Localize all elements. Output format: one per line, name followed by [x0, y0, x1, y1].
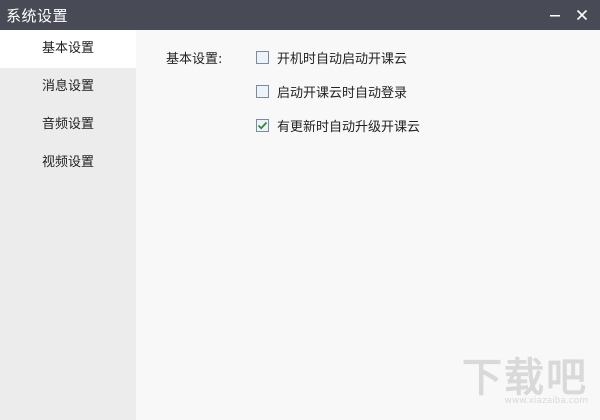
sidebar-item-message[interactable]: 消息设置	[0, 68, 136, 106]
sidebar-item-label: 音频设置	[41, 117, 94, 132]
option-autologin[interactable]: 启动开课云时自动登录	[256, 82, 408, 101]
minimize-button[interactable]	[540, 0, 570, 30]
sidebar-item-video[interactable]: 视频设置	[0, 144, 136, 182]
sidebar-item-basic[interactable]: 基本设置	[0, 30, 136, 68]
sidebar-item-label: 基本设置	[41, 41, 94, 56]
settings-content: 基本设置: 开机时自动启动开课云 启动开课云时自动登录 有更新时自动升级开课云	[136, 30, 600, 420]
sidebar-item-audio[interactable]: 音频设置	[0, 106, 136, 144]
sidebar-item-label: 消息设置	[41, 79, 94, 94]
close-button[interactable]	[567, 0, 597, 30]
autostart-checkbox[interactable]	[256, 50, 269, 64]
sidebar-item-label: 视频设置	[41, 155, 94, 170]
settings-sidebar: 基本设置 消息设置 音频设置 视频设置	[0, 30, 136, 420]
autoupdate-checkbox[interactable]	[256, 118, 269, 132]
autoupdate-label: 有更新时自动升级开课云	[277, 119, 421, 135]
option-autoupdate[interactable]: 有更新时自动升级开课云	[256, 116, 421, 135]
autostart-label: 开机时自动启动开课云	[277, 51, 408, 67]
autologin-label: 启动开课云时自动登录	[277, 85, 408, 101]
title-bar[interactable]: 系统设置	[0, 0, 600, 30]
window-title: 系统设置	[6, 6, 69, 25]
autologin-checkbox[interactable]	[256, 84, 269, 98]
minimize-icon	[550, 15, 560, 17]
option-autostart[interactable]: 开机时自动启动开课云	[256, 48, 408, 67]
settings-window: 系统设置 基本设置 消息设置 音频设置 视频设置 基本设置: 开机时自动启动开课…	[0, 0, 600, 420]
close-icon	[576, 9, 588, 21]
checkmark-icon	[257, 121, 268, 129]
section-label: 基本设置:	[166, 52, 223, 67]
